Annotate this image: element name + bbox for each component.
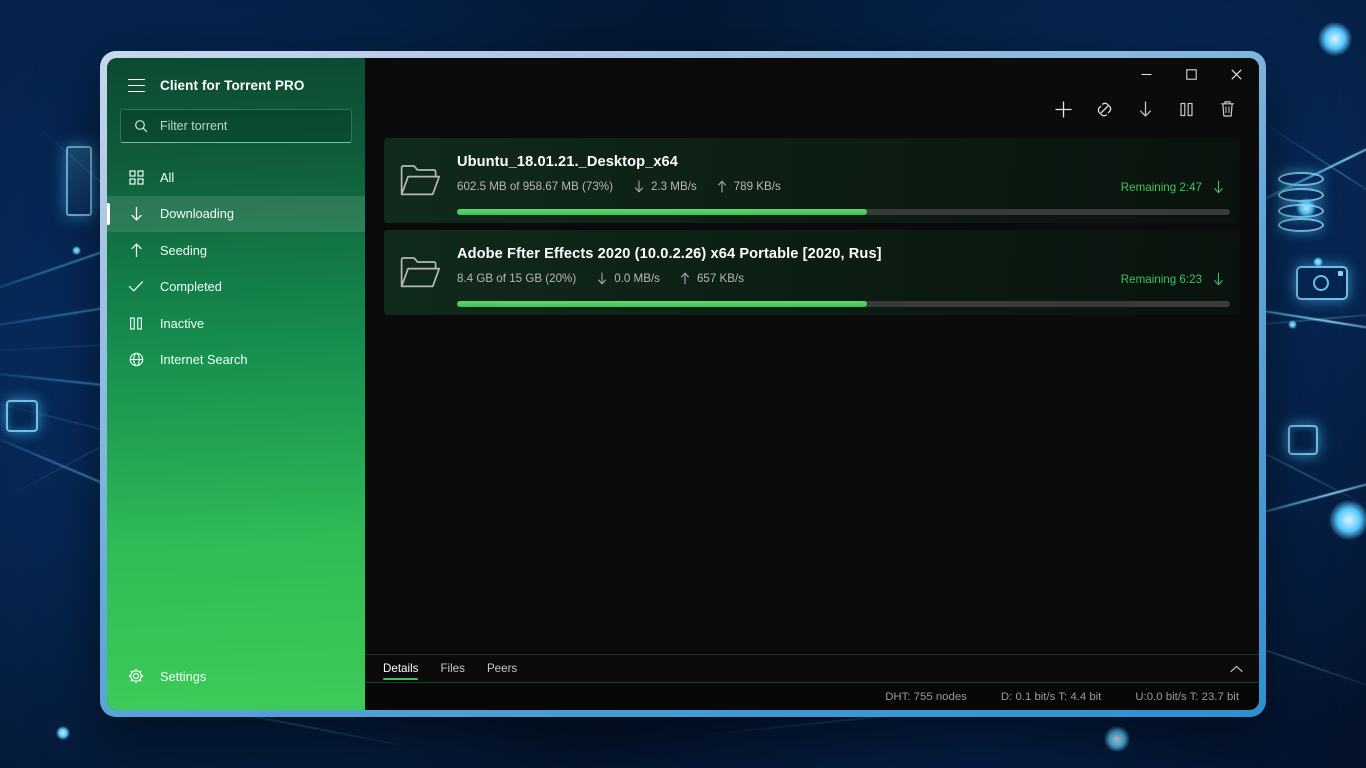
download-icon [128,206,144,222]
upload-arrow-icon [681,272,689,285]
start-download-button[interactable] [1130,94,1160,124]
pause-icon [1179,102,1193,116]
sidebar-item-all[interactable]: All [107,159,365,196]
download-status-icon [1213,272,1224,291]
camera-glyph [1296,266,1348,300]
detail-tabs: Details Files Peers [365,654,1259,682]
tab-details[interactable]: Details [383,655,419,682]
sidebar-item-internet-search[interactable]: Internet Search [107,342,365,379]
folder-icon [400,163,441,202]
torrent-name: Adobe Ffter Effects 2020 (10.0.2.26) x64… [457,246,882,262]
torrent-download-rate: 0.0 MB/s [597,272,660,285]
add-torrent-button[interactable] [1048,94,1078,124]
download-arrow-icon [635,180,643,193]
hamburger-icon[interactable] [128,79,145,92]
torrent-row[interactable]: Adobe Ffter Effects 2020 (10.0.2.26) x64… [384,230,1240,315]
torrent-list: Ubuntu_18.01.21._Desktop_x64 602.5 MB of… [365,127,1259,654]
sidebar-item-label: Completed [160,279,222,295]
globe-icon [128,352,144,367]
torrent-meta: 8.4 GB of 15 GB (20%) 0.0 MB/s 657 KB/s [457,272,764,285]
tab-files[interactable]: Files [440,655,464,682]
calendar-glyph [6,400,38,432]
trash-icon [1220,101,1234,117]
status-bar: DHT: 755 nodes D: 0.1 bit/s T: 4.4 bit U… [365,682,1259,710]
sidebar-item-inactive[interactable]: Inactive [107,305,365,342]
sidebar-item-label: Downloading [160,206,234,222]
sidebar-item-completed[interactable]: Completed [107,269,365,306]
upload-arrow-icon [717,180,726,193]
torrent-meta: 602.5 MB of 958.67 MB (73%) 2.3 MB/s 789… [457,180,801,193]
maximize-button[interactable] [1169,58,1214,91]
progress-bar-track [457,209,1230,215]
window-titlebar [365,58,1259,91]
device-glyph [1288,425,1318,455]
torrent-upload-rate: 657 KB/s [680,272,744,285]
progress-bar-fill [457,301,867,307]
sidebar-item-label: Settings [160,668,207,684]
status-upload: U:0.0 bit/s T: 23.7 bit [1135,690,1239,703]
grid-icon [128,170,144,185]
sidebar-item-label: Internet Search [160,352,248,368]
sidebar-item-label: All [160,169,175,185]
folder-icon [400,255,441,294]
torrent-size: 602.5 MB of 958.67 MB (73%) [457,180,613,193]
search-icon [135,120,148,133]
database-glyph [1278,172,1324,234]
magnet-link-icon [1097,102,1111,116]
filter-search-box[interactable] [120,109,352,143]
download-arrow-icon [1139,101,1151,117]
sidebar-nav: All Downloading Seeding Completed Inacti… [107,159,365,378]
sidebar: Client for Torrent PRO All [107,58,365,710]
app-title: Client for Torrent PRO [160,78,305,93]
search-input[interactable] [160,119,338,133]
progress-bar-track [457,301,1230,307]
gear-icon [128,668,144,684]
pause-button[interactable] [1171,94,1201,124]
download-status-icon [1213,180,1224,199]
torrent-row[interactable]: Ubuntu_18.01.21._Desktop_x64 602.5 MB of… [384,138,1240,223]
delete-button[interactable] [1212,94,1242,124]
sidebar-item-label: Seeding [160,242,207,258]
add-magnet-button[interactable] [1089,94,1119,124]
sidebar-item-seeding[interactable]: Seeding [107,232,365,269]
torrent-remaining: Remaining 6:23 [1120,273,1202,286]
main-content: Ubuntu_18.01.21._Desktop_x64 602.5 MB of… [365,58,1259,710]
status-dht: DHT: 755 nodes [885,690,967,703]
download-arrow-icon [598,272,607,285]
sidebar-item-label: Inactive [160,315,205,331]
sidebar-header: Client for Torrent PRO [107,58,365,107]
pause-icon [128,317,144,330]
minimize-button[interactable] [1124,58,1169,91]
check-icon [128,280,144,293]
close-button[interactable] [1214,58,1259,91]
torrent-remaining: Remaining 2:47 [1120,181,1202,194]
progress-bar-fill [457,209,867,215]
torrent-download-rate: 2.3 MB/s [634,180,697,193]
torrent-name: Ubuntu_18.01.21._Desktop_x64 [457,154,678,170]
chevron-up-icon[interactable] [1230,660,1243,678]
plus-icon [1055,101,1071,117]
sidebar-item-settings[interactable]: Settings [107,656,365,696]
torrent-toolbar [365,91,1259,127]
app-window: Client for Torrent PRO All [100,51,1266,717]
tab-peers[interactable]: Peers [487,655,517,682]
upload-icon [128,242,144,258]
torrent-upload-rate: 789 KB/s [717,180,781,193]
sidebar-item-downloading[interactable]: Downloading [107,195,365,232]
torrent-size: 8.4 GB of 15 GB (20%) [457,272,577,285]
status-download: D: 0.1 bit/s T: 4.4 bit [1000,690,1102,703]
